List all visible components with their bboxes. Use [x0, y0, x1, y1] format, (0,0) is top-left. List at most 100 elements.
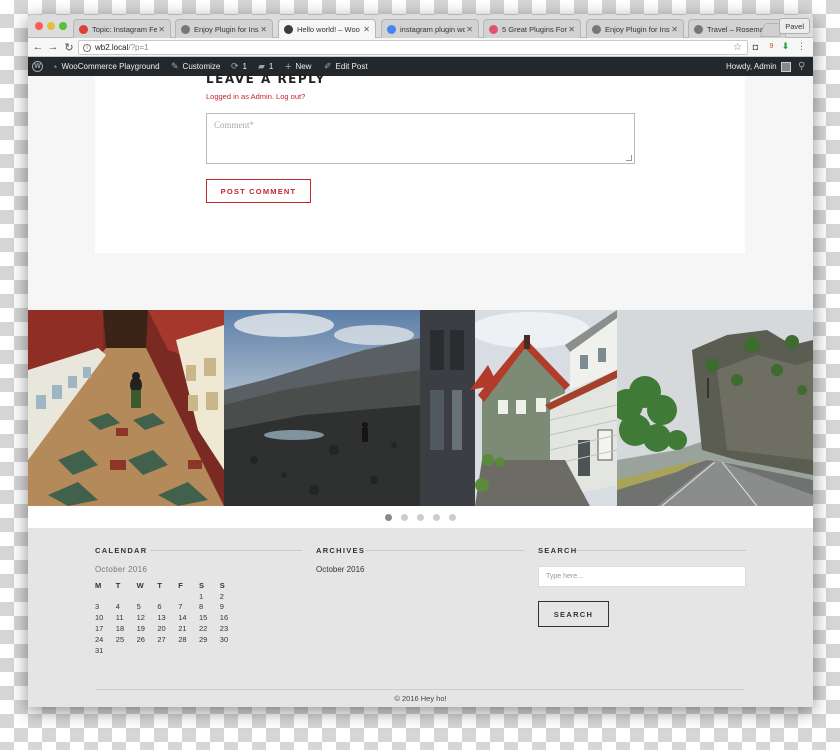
calendar-day-cell: [157, 591, 178, 602]
gallery-dot[interactable]: [417, 513, 424, 521]
search-button[interactable]: SEARCH: [538, 601, 609, 627]
back-arrow-icon[interactable]: ←: [31, 40, 45, 54]
site-name-label: WooCommerce Playground: [61, 62, 160, 71]
resize-grip-icon[interactable]: [626, 155, 632, 161]
address-bar[interactable]: i wb2.local/?p=1 ☆: [78, 40, 748, 55]
calendar-day-header: T: [157, 580, 162, 590]
calendar-day-cell: 28: [178, 634, 187, 644]
new-label: New: [295, 62, 312, 71]
logged-in-link[interactable]: Logged in as Admin. Log out?: [206, 92, 305, 101]
close-window-button[interactable]: [35, 22, 43, 30]
paintbrush-icon: ✎: [171, 61, 179, 71]
calendar-week-row: 31: [95, 645, 241, 656]
tab-6[interactable]: Enjoy Plugin for Ins ✕: [586, 19, 684, 38]
calendar-caption: October 2016: [95, 565, 148, 574]
wordpress-icon: [592, 24, 601, 34]
archive-link[interactable]: October 2016: [316, 565, 364, 574]
calendar-day-cell: [116, 591, 137, 602]
comment-placeholder: Comment*: [214, 120, 254, 130]
extension-icon[interactable]: 9: [766, 41, 777, 52]
gallery-dot[interactable]: [401, 513, 408, 521]
bookmark-star-icon[interactable]: ☆: [733, 42, 742, 53]
tab-close-icon[interactable]: ✕: [465, 25, 473, 34]
gallery-photo-landscape[interactable]: [224, 310, 420, 506]
tab-close-icon[interactable]: ✕: [259, 25, 267, 34]
plus-icon: +: [285, 60, 292, 73]
tab-3[interactable]: Hello world! – Woo ✕: [278, 19, 376, 39]
info-icon[interactable]: i: [83, 43, 91, 52]
google-icon: [387, 24, 396, 34]
tab-close-icon[interactable]: ✕: [670, 25, 678, 34]
instagram-gallery: [28, 310, 813, 506]
tab-4[interactable]: instagram plugin wo ✕: [381, 19, 479, 38]
tab-5[interactable]: 5 Great Plugins For ✕: [483, 19, 581, 38]
tab-close-icon[interactable]: ✕: [157, 25, 165, 34]
customize-label: Customize: [182, 62, 221, 71]
calendar-week-row: 12: [95, 591, 241, 602]
post-comment-button[interactable]: POST COMMENT: [206, 179, 311, 203]
maximize-window-button[interactable]: [59, 22, 67, 30]
calendar-day-cell: 22: [198, 624, 208, 634]
calendar-day-header: S: [219, 580, 225, 590]
page-icon: [181, 24, 190, 34]
calendar-day-cell: 16: [219, 613, 229, 623]
site-name-link[interactable]: ◔ WooCommerce Playground: [52, 57, 160, 76]
gallery-photo-hallway[interactable]: [28, 310, 224, 506]
comment-bubble-icon: ▰: [258, 61, 265, 71]
reload-icon[interactable]: ↻: [62, 40, 76, 54]
updates-count: 1: [242, 62, 247, 71]
tab-title: instagram plugin wo: [400, 24, 465, 34]
calendar-week-row: 3 4 5 6 7 8 9: [95, 602, 241, 613]
profile-button[interactable]: Pavel: [779, 18, 810, 34]
calendar-day-cell: 2: [219, 591, 224, 601]
avatar: [780, 61, 791, 72]
gallery-dot[interactable]: [449, 513, 456, 521]
calendar-day-cell: 11: [115, 613, 124, 623]
calendar-day-cell: 21: [178, 624, 187, 634]
greeting-label: Howdy, Admin: [726, 62, 777, 71]
calendar-widget-title: CALENDAR: [95, 546, 148, 555]
calendar-day-cell: 30: [219, 634, 229, 644]
wp-admin-bar: W ◔ WooCommerce Playground ✎ Customize ⟳…: [28, 57, 813, 76]
edit-post-label: Edit Post: [335, 62, 368, 71]
calendar-day-cell: 29: [198, 634, 208, 644]
calendar-day-cell: 8: [198, 602, 204, 612]
calendar-title-rule: [150, 550, 302, 551]
calendar-day-header: F: [178, 580, 183, 590]
admin-search-icon[interactable]: ⚲: [798, 57, 809, 76]
tab-1[interactable]: Topic: Instagram Fe ✕: [73, 19, 171, 38]
calendar-day-header: W: [136, 580, 144, 590]
account-menu[interactable]: Howdy, Admin: [726, 57, 791, 76]
wordpress-icon: [284, 25, 293, 34]
menu-dots-icon[interactable]: ⋮: [796, 41, 807, 52]
comments-count: 1: [268, 62, 274, 71]
edit-post-link[interactable]: ✐ Edit Post: [324, 57, 368, 76]
tab-close-icon[interactable]: ✕: [567, 25, 575, 34]
tab-strip: Topic: Instagram Fe ✕ Enjoy Plugin for Ins…: [28, 15, 813, 39]
gallery-dot[interactable]: [385, 513, 392, 521]
browser-toolbar: ← → ↻ i wb2.local/?p=1 ☆ ◘ 9 ⬇ ⋮: [28, 38, 813, 57]
search-input[interactable]: Type here...: [538, 566, 746, 587]
calendar-week-row: 24 25 26 27 28 29 30: [95, 634, 241, 645]
tab-title: Hello world! – Woo: [297, 25, 360, 34]
wordpress-logo-icon[interactable]: W: [32, 57, 43, 76]
tab-2[interactable]: Enjoy Plugin for Ins ✕: [175, 19, 273, 38]
wordpress-icon: [694, 24, 703, 34]
calendar-week-row: 17 18 19 20 21 22 23: [95, 623, 241, 634]
tab-close-icon[interactable]: ✕: [362, 25, 370, 34]
calendar-day-cell: 26: [136, 634, 145, 644]
gallery-photo-road[interactable]: [617, 310, 813, 506]
minimize-window-button[interactable]: [47, 22, 55, 30]
download-arrow-icon[interactable]: ⬇: [780, 41, 791, 52]
red-plane-icon: [79, 24, 88, 34]
gallery-dot[interactable]: [433, 513, 440, 521]
calendar-day-cell: 23: [219, 624, 229, 634]
calendar-day-cell: 24: [95, 634, 104, 644]
comment-textarea[interactable]: Comment*: [206, 113, 635, 164]
forward-arrow-icon[interactable]: →: [46, 40, 60, 54]
pocket-icon[interactable]: ◘: [750, 41, 761, 52]
calendar-day-cell: 1: [198, 591, 204, 601]
calendar-day-cell: 9: [219, 602, 224, 612]
gallery-photo-houses[interactable]: [420, 310, 617, 506]
search-widget-title: SEARCH: [538, 546, 578, 555]
